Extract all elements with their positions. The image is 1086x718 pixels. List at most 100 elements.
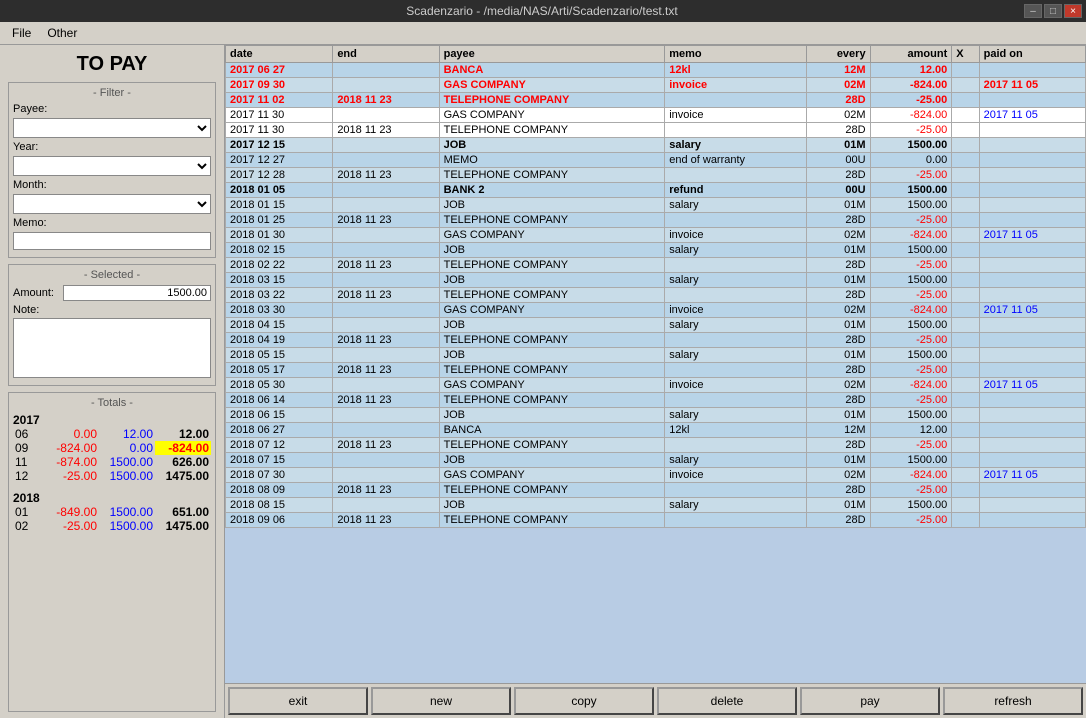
- cell-date: 2017 11 02: [226, 93, 333, 108]
- maximize-button[interactable]: □: [1044, 4, 1062, 18]
- table-row[interactable]: 2017 12 15JOBsalary01M1500.00: [226, 138, 1086, 153]
- cell-every: 28D: [807, 393, 870, 408]
- new-button[interactable]: new: [371, 687, 511, 715]
- col-payee[interactable]: payee: [439, 46, 665, 63]
- col-every[interactable]: every: [807, 46, 870, 63]
- table-row[interactable]: 2018 07 15JOBsalary01M1500.00: [226, 453, 1086, 468]
- main-content: TO PAY - Filter - Payee: Year: Month:: [0, 45, 1086, 718]
- cell-amount: -824.00: [870, 378, 952, 393]
- cell-end: 2018 11 23: [333, 333, 439, 348]
- copy-button[interactable]: copy: [514, 687, 654, 715]
- cell-paid-on: 2017 11 05: [979, 78, 1085, 93]
- table-row[interactable]: 2017 11 30GAS COMPANYinvoice02M-824.0020…: [226, 108, 1086, 123]
- cell-memo: salary: [665, 138, 807, 153]
- table-row[interactable]: 2017 11 022018 11 23TELEPHONE COMPANY28D…: [226, 93, 1086, 108]
- cell-end: [333, 228, 439, 243]
- cell-payee: JOB: [439, 348, 665, 363]
- col-paid-on[interactable]: paid on: [979, 46, 1085, 63]
- table-row[interactable]: 2018 06 27BANCA12kl12M12.00: [226, 423, 1086, 438]
- table-row[interactable]: 2018 01 30GAS COMPANYinvoice02M-824.0020…: [226, 228, 1086, 243]
- table-container[interactable]: date end payee memo every amount X paid …: [225, 45, 1086, 683]
- cell-amount: 1500.00: [870, 408, 952, 423]
- cell-date: 2018 07 12: [226, 438, 333, 453]
- cell-memo: salary: [665, 348, 807, 363]
- cell-date: 2018 07 15: [226, 453, 333, 468]
- delete-button[interactable]: delete: [657, 687, 797, 715]
- cell-payee: JOB: [439, 318, 665, 333]
- table-row[interactable]: 2018 04 192018 11 23TELEPHONE COMPANY28D…: [226, 333, 1086, 348]
- totals-row-2017-06: 06 0.00 12.00 12.00: [13, 427, 211, 441]
- cell-end: [333, 153, 439, 168]
- payee-select[interactable]: [13, 118, 211, 138]
- cell-payee: TELEPHONE COMPANY: [439, 213, 665, 228]
- table-row[interactable]: 2018 05 15JOBsalary01M1500.00: [226, 348, 1086, 363]
- cell-date: 2018 08 09: [226, 483, 333, 498]
- pay-button[interactable]: pay: [800, 687, 940, 715]
- table-row[interactable]: 2018 08 092018 11 23TELEPHONE COMPANY28D…: [226, 483, 1086, 498]
- cell-date: 2017 09 30: [226, 78, 333, 93]
- refresh-button[interactable]: refresh: [943, 687, 1083, 715]
- table-row[interactable]: 2018 08 15JOBsalary01M1500.00: [226, 498, 1086, 513]
- table-row[interactable]: 2018 01 252018 11 23TELEPHONE COMPANY28D…: [226, 213, 1086, 228]
- cell-every: 01M: [807, 243, 870, 258]
- cell-memo: 12kl: [665, 63, 807, 78]
- cell-amount: -824.00: [870, 78, 952, 93]
- table-row[interactable]: 2017 09 30GAS COMPANYinvoice02M-824.0020…: [226, 78, 1086, 93]
- month-select[interactable]: [13, 194, 211, 214]
- table-row[interactable]: 2018 06 142018 11 23TELEPHONE COMPANY28D…: [226, 393, 1086, 408]
- cell-amount: 1500.00: [870, 183, 952, 198]
- cell-every: 02M: [807, 108, 870, 123]
- cell-paid-on: 2017 11 05: [979, 303, 1085, 318]
- col-x[interactable]: X: [952, 46, 979, 63]
- table-row[interactable]: 2017 11 302018 11 23TELEPHONE COMPANY28D…: [226, 123, 1086, 138]
- cell-amount: -824.00: [870, 228, 952, 243]
- table-row[interactable]: 2017 06 27BANCA12kl12M12.00: [226, 63, 1086, 78]
- table-row[interactable]: 2018 03 30GAS COMPANYinvoice02M-824.0020…: [226, 303, 1086, 318]
- cell-end: 2018 11 23: [333, 363, 439, 378]
- cell-paid-on: [979, 93, 1085, 108]
- minimize-button[interactable]: –: [1024, 4, 1042, 18]
- cell-payee: JOB: [439, 138, 665, 153]
- cell-every: 28D: [807, 123, 870, 138]
- cell-date: 2018 01 05: [226, 183, 333, 198]
- menu-file[interactable]: File: [4, 24, 39, 42]
- cell-end: [333, 408, 439, 423]
- table-row[interactable]: 2018 05 30GAS COMPANYinvoice02M-824.0020…: [226, 378, 1086, 393]
- table-row[interactable]: 2018 07 122018 11 23TELEPHONE COMPANY28D…: [226, 438, 1086, 453]
- close-button[interactable]: ×: [1064, 4, 1082, 18]
- menu-other[interactable]: Other: [39, 24, 85, 42]
- exit-button[interactable]: exit: [228, 687, 368, 715]
- col-memo[interactable]: memo: [665, 46, 807, 63]
- table-row[interactable]: 2018 03 222018 11 23TELEPHONE COMPANY28D…: [226, 288, 1086, 303]
- table-row[interactable]: 2018 02 222018 11 23TELEPHONE COMPANY28D…: [226, 258, 1086, 273]
- table-row[interactable]: 2018 05 172018 11 23TELEPHONE COMPANY28D…: [226, 363, 1086, 378]
- table-row[interactable]: 2018 06 15JOBsalary01M1500.00: [226, 408, 1086, 423]
- cell-x: [952, 348, 979, 363]
- note-textarea[interactable]: [13, 318, 211, 378]
- cell-end: 2018 11 23: [333, 393, 439, 408]
- table-row[interactable]: 2017 12 282018 11 23TELEPHONE COMPANY28D…: [226, 168, 1086, 183]
- totals-title: - Totals -: [13, 397, 211, 409]
- col-date[interactable]: date: [226, 46, 333, 63]
- cell-paid-on: [979, 198, 1085, 213]
- table-row[interactable]: 2018 09 062018 11 23TELEPHONE COMPANY28D…: [226, 513, 1086, 528]
- table-row[interactable]: 2017 12 27MEMOend of warranty00U0.00: [226, 153, 1086, 168]
- table-row[interactable]: 2018 02 15JOBsalary01M1500.00: [226, 243, 1086, 258]
- cell-payee: GAS COMPANY: [439, 228, 665, 243]
- cell-end: 2018 11 23: [333, 123, 439, 138]
- cell-amount: -824.00: [870, 468, 952, 483]
- cell-memo: [665, 333, 807, 348]
- cell-every: 28D: [807, 513, 870, 528]
- cell-date: 2018 09 06: [226, 513, 333, 528]
- table-row[interactable]: 2018 04 15JOBsalary01M1500.00: [226, 318, 1086, 333]
- table-row[interactable]: 2018 01 05BANK 2refund00U1500.00: [226, 183, 1086, 198]
- to-pay-header: TO PAY: [0, 45, 224, 82]
- year-select[interactable]: [13, 156, 211, 176]
- table-row[interactable]: 2018 07 30GAS COMPANYinvoice02M-824.0020…: [226, 468, 1086, 483]
- memo-input[interactable]: [13, 232, 211, 250]
- table-row[interactable]: 2018 03 15JOBsalary01M1500.00: [226, 273, 1086, 288]
- cell-date: 2018 04 15: [226, 318, 333, 333]
- table-row[interactable]: 2018 01 15JOBsalary01M1500.00: [226, 198, 1086, 213]
- col-end[interactable]: end: [333, 46, 439, 63]
- col-amount[interactable]: amount: [870, 46, 952, 63]
